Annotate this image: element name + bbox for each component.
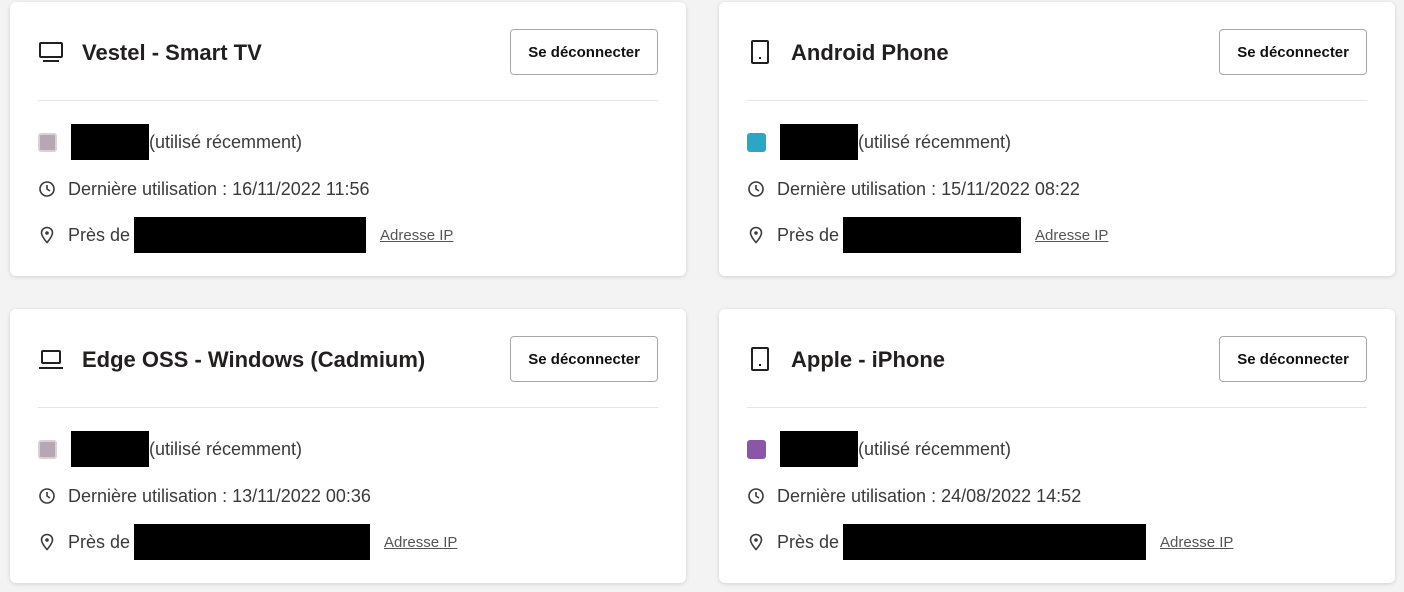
location-prefix: Près de — [68, 531, 131, 552]
device-card-edge: Edge OSS - Windows (Cadmium) Se déconnec… — [10, 309, 686, 583]
ip-address-link[interactable]: Adresse IP — [384, 534, 457, 551]
last-used-row: Dernière utilisation : 13/11/2022 00:36 — [38, 483, 371, 509]
profile-avatar — [747, 439, 766, 459]
last-used-row: Dernière utilisation : 16/11/2022 11:56 — [38, 176, 370, 202]
redacted-profile-name — [71, 124, 149, 160]
location-row: Près de Adresse IP — [38, 524, 457, 560]
profile-row: (utilisé récemment) — [38, 431, 303, 467]
location-prefix: Près de — [68, 224, 131, 245]
location-prefix: Près de — [777, 224, 840, 245]
last-used-text: Dernière utilisation : 24/08/2022 14:52 — [777, 485, 1082, 506]
laptop-icon — [39, 350, 63, 369]
location-row: Près de Adresse IP — [747, 217, 1108, 253]
ip-address-link[interactable]: Adresse IP — [1160, 534, 1233, 551]
location-pin-icon — [749, 226, 763, 244]
phone-icon — [751, 40, 769, 64]
redacted-profile-name — [780, 431, 858, 467]
redacted-profile-name — [780, 124, 858, 160]
location-prefix: Près de — [777, 531, 840, 552]
device-card-header: Edge OSS - Windows (Cadmium) Se déconnec… — [38, 309, 658, 408]
location-pin-icon — [40, 533, 54, 551]
redacted-location — [843, 524, 1147, 560]
device-name: Android Phone — [791, 40, 949, 65]
profile-status: (utilisé récemment) — [149, 131, 303, 152]
clock-icon — [748, 488, 764, 504]
clock-icon — [748, 181, 764, 197]
tv-icon — [39, 42, 63, 62]
sign-out-button[interactable]: Se déconnecter — [1219, 336, 1367, 382]
profile-avatar — [747, 132, 766, 152]
profile-status: (utilisé récemment) — [149, 438, 303, 459]
redacted-location — [134, 217, 367, 253]
sign-out-button[interactable]: Se déconnecter — [510, 29, 658, 75]
location-pin-icon — [40, 226, 54, 244]
device-card-iphone: Apple - iPhone Se déconnecter (utilisé r… — [719, 309, 1395, 583]
last-used-row: Dernière utilisation : 24/08/2022 14:52 — [747, 483, 1081, 509]
location-row: Près de Adresse IP — [38, 217, 453, 253]
last-used-text: Dernière utilisation : 16/11/2022 11:56 — [68, 178, 370, 199]
profile-row: (utilisé récemment) — [747, 124, 1012, 160]
location-pin-icon — [749, 533, 763, 551]
profile-avatar — [38, 132, 57, 152]
profile-status: (utilisé récemment) — [858, 131, 1012, 152]
redacted-profile-name — [71, 431, 149, 467]
profile-row: (utilisé récemment) — [38, 124, 303, 160]
redacted-location — [134, 524, 371, 560]
device-card-header: Apple - iPhone Se déconnecter — [747, 309, 1367, 408]
profile-row: (utilisé récemment) — [747, 431, 1012, 467]
device-card-vestel: Vestel - Smart TV Se déconnecter (utilis… — [10, 2, 686, 276]
last-used-text: Dernière utilisation : 13/11/2022 00:36 — [68, 485, 371, 506]
device-name: Vestel - Smart TV — [82, 40, 262, 65]
redacted-location — [843, 217, 1022, 253]
sign-out-button[interactable]: Se déconnecter — [1219, 29, 1367, 75]
device-card-header: Android Phone Se déconnecter — [747, 2, 1367, 101]
ip-address-link[interactable]: Adresse IP — [1035, 227, 1108, 244]
device-card-android: Android Phone Se déconnecter (utilisé ré… — [719, 2, 1395, 276]
device-name: Apple - iPhone — [791, 347, 945, 372]
ip-address-link[interactable]: Adresse IP — [380, 227, 453, 244]
profile-avatar — [38, 439, 57, 459]
sign-out-button[interactable]: Se déconnecter — [510, 336, 658, 382]
device-name: Edge OSS - Windows (Cadmium) — [82, 347, 426, 372]
profile-status: (utilisé récemment) — [858, 438, 1012, 459]
device-card-header: Vestel - Smart TV Se déconnecter — [38, 2, 658, 101]
last-used-row: Dernière utilisation : 15/11/2022 08:22 — [747, 176, 1080, 202]
location-row: Près de Adresse IP — [747, 524, 1233, 560]
clock-icon — [39, 488, 55, 504]
clock-icon — [39, 181, 55, 197]
phone-icon — [751, 347, 769, 371]
last-used-text: Dernière utilisation : 15/11/2022 08:22 — [777, 178, 1080, 199]
